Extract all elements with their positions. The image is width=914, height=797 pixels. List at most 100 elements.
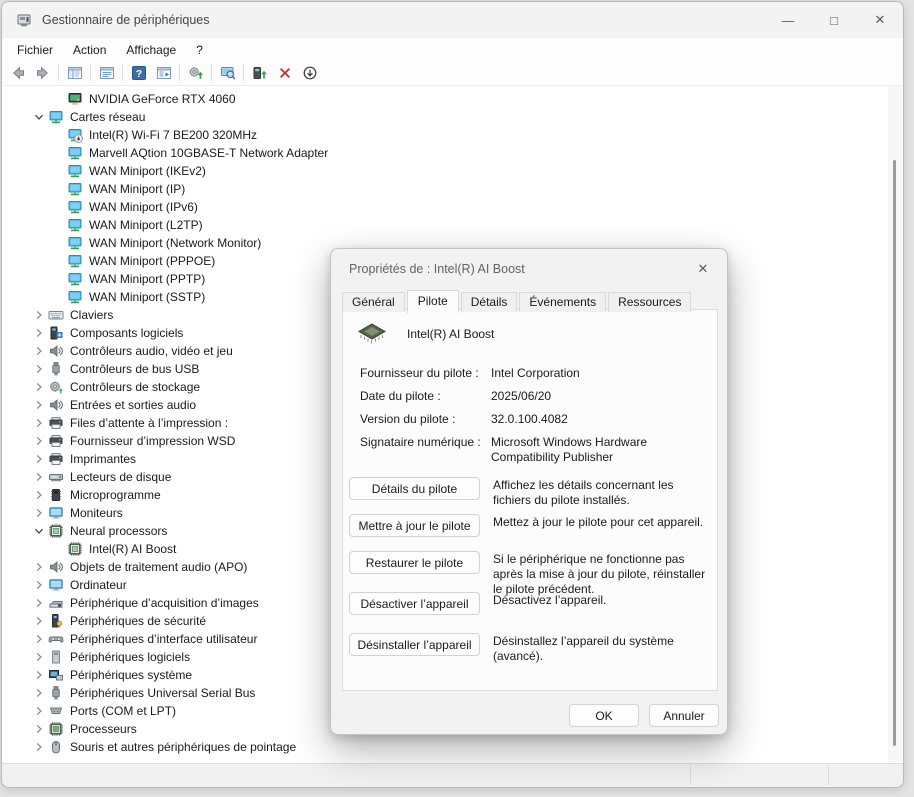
menu-item-fichier[interactable]: Fichier <box>7 40 63 60</box>
tree-item-label: WAN Miniport (PPTP) <box>89 271 205 287</box>
toolbar-separator <box>58 65 59 81</box>
tree-item[interactable]: Intel(R) Wi-Fi 7 BE200 320MHz <box>2 126 888 144</box>
npu-chip-icon <box>48 523 64 539</box>
security-device-icon <box>48 613 64 629</box>
chevron-right-icon[interactable] <box>30 559 48 575</box>
chevron-down-icon[interactable] <box>30 109 48 125</box>
toolbar-button-uninstall-device[interactable] <box>272 62 297 84</box>
toolbar-button-console-tree[interactable] <box>62 62 87 84</box>
tree-item-label: Ordinateur <box>70 577 127 593</box>
tab-general[interactable]: Général <box>342 292 405 312</box>
menu-item-help[interactable]: ? <box>186 40 213 60</box>
minimize-button[interactable]: — <box>765 2 811 38</box>
field-label: Date du pilote : <box>360 389 491 404</box>
mettre-a-jour-le-pilote-button[interactable]: Mettre à jour le pilote <box>349 514 480 537</box>
window-title: Gestionnaire de périphériques <box>42 13 209 27</box>
toolbar-button-back[interactable] <box>5 62 30 84</box>
menu-item-affichage[interactable]: Affichage <box>116 40 186 60</box>
chevron-down-icon[interactable] <box>30 523 48 539</box>
dialog-close-icon[interactable]: ✕ <box>689 255 717 283</box>
chevron-right-icon[interactable] <box>30 721 48 737</box>
toolbar-button-update-device[interactable] <box>247 62 272 84</box>
cancel-button[interactable]: Annuler <box>649 704 719 727</box>
tree-item[interactable]: WAN Miniport (IP) <box>2 180 888 198</box>
system-device-icon <box>48 667 64 683</box>
software-component-icon <box>48 325 64 341</box>
tree-item-label: Contrôleurs de stockage <box>70 379 200 395</box>
tree-scrollbar-thumb[interactable] <box>893 160 896 746</box>
details-du-pilote-button[interactable]: Détails du pilote <box>349 477 480 500</box>
chevron-right-icon[interactable] <box>30 433 48 449</box>
tree-item-label: Marvell AQtion 10GBASE-T Network Adapter <box>89 145 328 161</box>
chevron-right-icon[interactable] <box>30 703 48 719</box>
chevron-right-icon[interactable] <box>30 307 48 323</box>
chevron-right-icon[interactable] <box>30 631 48 647</box>
tree-item[interactable]: WAN Miniport (L2TP) <box>2 216 888 234</box>
menu-item-action[interactable]: Action <box>63 40 116 60</box>
restaurer-le-pilote-button[interactable]: Restaurer le pilote <box>349 551 480 574</box>
tab-ressources[interactable]: Ressources <box>608 292 691 312</box>
toolbar-button-disable-device[interactable] <box>297 62 322 84</box>
chevron-right-icon[interactable] <box>30 325 48 341</box>
tree-item-label: Files d’attente à l’impression : <box>70 415 228 431</box>
tree-item[interactable]: Cartes réseau <box>2 108 888 126</box>
network-adapter-icon <box>67 271 83 287</box>
chevron-right-icon[interactable] <box>30 487 48 503</box>
chevron-right-icon[interactable] <box>30 397 48 413</box>
chevron-right-icon[interactable] <box>30 361 48 377</box>
computer-icon <box>48 577 64 593</box>
chevron-spacer <box>49 235 67 251</box>
print-provider-icon <box>48 433 64 449</box>
chevron-spacer <box>49 127 67 143</box>
tab-evenements[interactable]: Événements <box>519 292 606 312</box>
properties-icon <box>99 65 115 81</box>
tree-item-label: Processeurs <box>70 721 137 737</box>
driver-action-row: Désactiver l’appareilDésactivez l’appare… <box>349 592 713 615</box>
dialog-title-bar: Propriétés de : Intel(R) AI Boost ✕ <box>331 249 727 289</box>
tab-details[interactable]: Détails <box>461 292 518 312</box>
desactiver-l-appareil-button[interactable]: Désactiver l’appareil <box>349 592 480 615</box>
driver-action-row: Mettre à jour le piloteMettez à jour le … <box>349 514 713 537</box>
tree-item-label: Cartes réseau <box>70 109 145 125</box>
tree-item[interactable]: NVIDIA GeForce RTX 4060 <box>2 90 888 108</box>
chevron-right-icon[interactable] <box>30 649 48 665</box>
toolbar-button-window-list[interactable] <box>151 62 176 84</box>
chevron-right-icon[interactable] <box>30 667 48 683</box>
network-adapter-icon <box>67 145 83 161</box>
chevron-spacer <box>49 541 67 557</box>
toolbar-button-scan-hardware[interactable] <box>215 62 240 84</box>
tree-item[interactable]: Marvell AQtion 10GBASE-T Network Adapter <box>2 144 888 162</box>
chevron-right-icon[interactable] <box>30 451 48 467</box>
tab-pilote[interactable]: Pilote <box>407 290 459 313</box>
tree-item[interactable]: Souris et autres périphériques de pointa… <box>2 738 888 756</box>
chevron-right-icon[interactable] <box>30 415 48 431</box>
chevron-right-icon[interactable] <box>30 343 48 359</box>
chevron-right-icon[interactable] <box>30 469 48 485</box>
maximize-button[interactable]: □ <box>811 2 857 38</box>
driver-fields: Fournisseur du pilote :Intel Corporation… <box>360 366 708 473</box>
driver-action-row: Restaurer le piloteSi le périphérique ne… <box>349 551 713 597</box>
chevron-right-icon[interactable] <box>30 613 48 629</box>
toolbar-separator <box>179 65 180 81</box>
tree-item[interactable]: WAN Miniport (IPv6) <box>2 198 888 216</box>
toolbar-button-forward[interactable] <box>30 62 55 84</box>
ok-button[interactable]: OK <box>569 704 639 727</box>
toolbar-button-help[interactable]: ? <box>126 62 151 84</box>
chevron-right-icon[interactable] <box>30 379 48 395</box>
audio-io-icon <box>48 397 64 413</box>
chevron-right-icon[interactable] <box>30 577 48 593</box>
chevron-right-icon[interactable] <box>30 685 48 701</box>
close-button[interactable]: ✕ <box>857 2 903 38</box>
toolbar-button-update-driver[interactable] <box>183 62 208 84</box>
toolbar-button-properties[interactable] <box>94 62 119 84</box>
desinstaller-l-appareil-button[interactable]: Désinstaller l’appareil <box>349 633 480 656</box>
chevron-right-icon[interactable] <box>30 595 48 611</box>
chevron-right-icon[interactable] <box>30 505 48 521</box>
chevron-right-icon[interactable] <box>30 739 48 755</box>
tree-item[interactable]: WAN Miniport (IKEv2) <box>2 162 888 180</box>
window-controls: —□✕ <box>765 2 903 38</box>
tree-scrollbar[interactable] <box>888 86 902 762</box>
driver-action-description: Affichez les détails concernant les fich… <box>493 478 711 508</box>
tree-item-label: Intel(R) AI Boost <box>89 541 176 557</box>
network-adapter-disabled-icon <box>67 127 83 143</box>
